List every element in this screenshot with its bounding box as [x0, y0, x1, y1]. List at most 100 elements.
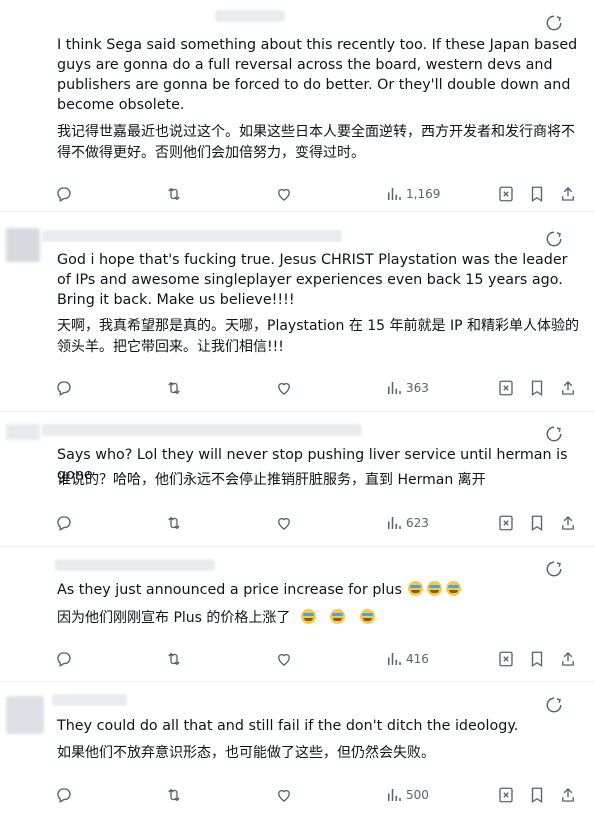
retweet-button[interactable] — [165, 648, 183, 670]
like-button[interactable] — [275, 784, 293, 806]
bookmark-icon — [531, 651, 543, 668]
grok-button[interactable] — [497, 648, 515, 670]
bookmark-icon — [531, 186, 543, 203]
more-icon[interactable] — [545, 425, 563, 443]
more-icon[interactable] — [545, 560, 563, 578]
grok-icon — [499, 380, 513, 396]
like-icon — [278, 382, 290, 395]
reply-icon — [57, 652, 71, 667]
reply-translation-body: 因为他们刚刚宣布 Plus 的价格上涨了 — [57, 610, 291, 626]
reply-item[interactable]: They could do all that and still fail if… — [0, 682, 595, 819]
views-icon — [388, 653, 401, 665]
blurred-author — [42, 424, 362, 436]
reply-icon — [57, 187, 71, 202]
reply-translation: 我记得世嘉最近也说过这个。如果这些日本人要全面逆转，西方开发者和发行商将不得不做… — [57, 124, 575, 161]
like-icon — [278, 789, 290, 802]
views-count: 1,169 — [406, 187, 441, 201]
crying-laughing-emoji-icon — [359, 609, 375, 624]
reply-translation: 谁说的？哈哈，他们永远不会停止推销肝脏服务，直到 Herman 离开 — [57, 472, 486, 488]
reply-icon — [57, 516, 71, 531]
retweet-icon — [168, 381, 180, 395]
reply-button[interactable] — [55, 377, 73, 399]
bookmark-icon — [531, 380, 543, 397]
share-icon — [562, 381, 574, 395]
retweet-icon — [168, 187, 180, 201]
retweet-button[interactable] — [165, 377, 183, 399]
reply-button[interactable] — [55, 183, 73, 205]
grok-icon — [499, 515, 513, 531]
grok-icon — [499, 787, 513, 803]
crying-laughing-emoji-icon — [446, 581, 462, 596]
views-button[interactable]: 416 — [385, 648, 429, 670]
views-count: 500 — [406, 788, 429, 802]
views-count: 623 — [406, 516, 429, 530]
crying-laughing-emoji-icon — [330, 609, 346, 624]
views-button[interactable]: 623 — [385, 512, 429, 534]
bookmark-button[interactable] — [528, 183, 546, 205]
grok-button[interactable] — [497, 377, 515, 399]
like-button[interactable] — [275, 512, 293, 534]
grok-button[interactable] — [497, 784, 515, 806]
reply-item[interactable]: Says who? Lol they will never stop pushi… — [0, 412, 595, 547]
retweet-button[interactable] — [165, 784, 183, 806]
reply-text: God i hope that's fucking true. Jesus CH… — [57, 252, 568, 308]
grok-button[interactable] — [497, 512, 515, 534]
crying-laughing-emoji-icon — [408, 581, 424, 596]
share-button[interactable] — [559, 648, 577, 670]
views-count: 363 — [406, 381, 429, 395]
share-button[interactable] — [559, 512, 577, 534]
views-button[interactable]: 363 — [385, 377, 429, 399]
like-icon — [278, 188, 290, 201]
bookmark-button[interactable] — [528, 377, 546, 399]
avatar — [6, 696, 44, 734]
bookmark-icon — [531, 787, 543, 804]
like-button[interactable] — [275, 648, 293, 670]
reply-translation: 如果他们不放弃意识形态，也可能做了这些，但仍然会失败。 — [57, 745, 435, 761]
reply-item[interactable]: As they just announced a price increase … — [0, 547, 595, 682]
reply-item[interactable]: I think Sega said something about this r… — [0, 0, 595, 212]
bookmark-button[interactable] — [528, 784, 546, 806]
reply-item[interactable]: God i hope that's fucking true. Jesus CH… — [0, 212, 595, 412]
retweet-icon — [168, 788, 180, 802]
retweet-button[interactable] — [165, 183, 183, 205]
share-button[interactable] — [559, 377, 577, 399]
bookmark-icon — [531, 515, 543, 532]
avatar — [6, 228, 40, 262]
retweet-button[interactable] — [165, 512, 183, 534]
blurred-author — [42, 230, 342, 242]
blurred-author — [215, 10, 285, 22]
like-icon — [278, 517, 290, 530]
share-button[interactable] — [559, 183, 577, 205]
views-icon — [388, 382, 401, 394]
retweet-icon — [168, 516, 180, 530]
share-button[interactable] — [559, 784, 577, 806]
crying-laughing-emoji-icon — [427, 581, 443, 596]
reply-translation: 天啊，我真希望那是真的。天哪，Playstation 在 15 年前就是 IP … — [57, 318, 580, 355]
reply-button[interactable] — [55, 648, 73, 670]
views-button[interactable]: 500 — [385, 784, 429, 806]
like-button[interactable] — [275, 183, 293, 205]
grok-icon — [499, 651, 513, 667]
reply-icon — [57, 381, 71, 396]
share-icon — [562, 187, 574, 201]
grok-icon — [499, 186, 513, 202]
more-icon[interactable] — [545, 230, 563, 248]
bookmark-button[interactable] — [528, 512, 546, 534]
reply-button[interactable] — [55, 784, 73, 806]
views-icon — [388, 188, 401, 200]
reply-text-body: As they just announced a price increase … — [57, 582, 402, 598]
like-button[interactable] — [275, 377, 293, 399]
share-icon — [562, 516, 574, 530]
views-button[interactable]: 1,169 — [385, 183, 440, 205]
share-icon — [562, 652, 574, 666]
grok-button[interactable] — [497, 183, 515, 205]
more-icon[interactable] — [545, 14, 563, 32]
like-icon — [278, 653, 290, 666]
crying-laughing-emoji-icon — [300, 609, 316, 624]
more-icon[interactable] — [545, 696, 563, 714]
reply-text: I think Sega said something about this r… — [57, 37, 578, 113]
reply-text: They could do all that and still fail if… — [57, 718, 519, 734]
reply-button[interactable] — [55, 512, 73, 534]
bookmark-button[interactable] — [528, 648, 546, 670]
reply-icon — [57, 788, 71, 803]
